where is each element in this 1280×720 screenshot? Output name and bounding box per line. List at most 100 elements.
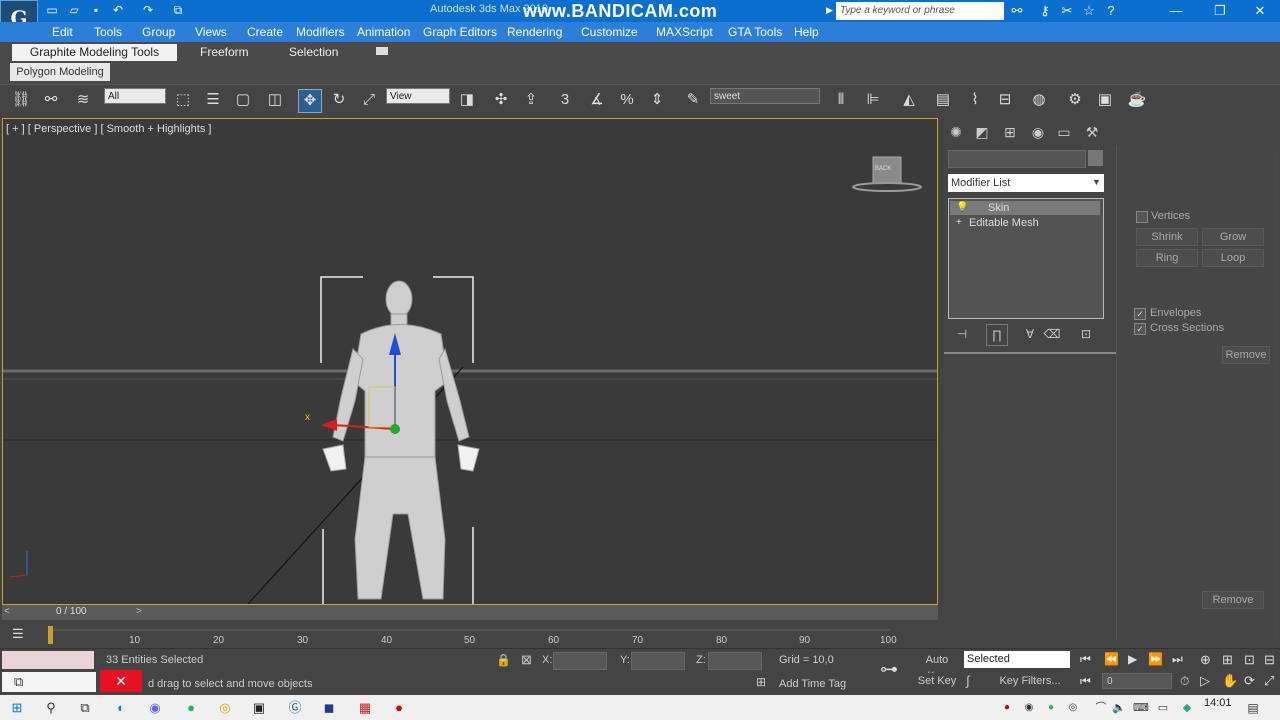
- keyboard-shortcut-override-icon[interactable]: ⇪: [520, 89, 542, 111]
- stack-item-skin[interactable]: Skin: [950, 201, 1100, 215]
- motion-tab-icon[interactable]: ◉: [1028, 122, 1048, 142]
- maxscript-listener-mini[interactable]: [2, 651, 94, 669]
- chrome-icon[interactable]: ◎: [216, 699, 234, 717]
- language-icon[interactable]: ⌨: [1132, 699, 1150, 717]
- maximize-viewport-icon[interactable]: ⤢: [1264, 673, 1274, 689]
- schematic-view-icon[interactable]: ⊟: [994, 89, 1016, 111]
- security-icon[interactable]: ◆: [1178, 699, 1196, 717]
- shrink-button[interactable]: Shrink: [1136, 228, 1198, 246]
- next-frame-icon[interactable]: ⏩: [1148, 652, 1163, 666]
- menu-customize[interactable]: Customize: [581, 22, 638, 42]
- app-thumbnail-icon[interactable]: ⧉: [14, 674, 23, 690]
- current-frame-field[interactable]: 0: [1102, 673, 1172, 689]
- mirror-icon[interactable]: ⫴: [830, 89, 852, 111]
- subscription-icon[interactable]: ⚷: [1036, 2, 1054, 20]
- x-coord-field[interactable]: [553, 652, 607, 670]
- set-key-button[interactable]: Set Key: [916, 673, 958, 689]
- menu-rendering[interactable]: Rendering: [507, 22, 562, 42]
- txd-workshop-icon[interactable]: ▣: [250, 699, 268, 717]
- tab-freeform[interactable]: Freeform: [200, 44, 249, 61]
- selection-filter-dropdown[interactable]: All: [104, 88, 166, 104]
- binoculars-icon[interactable]: ⚯: [1008, 2, 1026, 20]
- tab-graphite-modeling-tools[interactable]: Graphite Modeling Tools: [12, 44, 177, 61]
- rectangular-selection-icon[interactable]: ▢: [232, 89, 254, 111]
- zoom-all-icon[interactable]: ⊞: [1222, 652, 1233, 668]
- project-folder-icon[interactable]: ⧉: [170, 3, 186, 18]
- current-frame-marker[interactable]: [48, 626, 53, 644]
- field-of-view-icon[interactable]: ▷: [1200, 673, 1210, 689]
- dropdown-arrow-icon[interactable]: ▼: [1092, 177, 1101, 187]
- auto-key-button[interactable]: Auto Key: [916, 652, 958, 682]
- favorites-star-icon[interactable]: ☆: [1080, 2, 1098, 20]
- angle-snap-icon[interactable]: ∡: [586, 89, 608, 111]
- edge-browser-icon[interactable]: ◐: [112, 699, 130, 717]
- select-and-scale-icon[interactable]: ⤢: [358, 89, 380, 111]
- tray-app-icon[interactable]: ◉: [1020, 699, 1038, 717]
- select-manipulate-icon[interactable]: ✣: [490, 89, 512, 111]
- remove-cross-section-button[interactable]: Remove: [1202, 591, 1264, 609]
- 3dsmax-taskbar-icon[interactable]: Ⓖ: [286, 699, 304, 717]
- save-file-icon[interactable]: ▪: [88, 3, 104, 18]
- key-mode-toggle-icon[interactable]: ⏮: [1080, 674, 1091, 689]
- remove-modifier-icon[interactable]: ⌫: [1042, 324, 1062, 344]
- mini-curve-editor-icon[interactable]: ☰: [12, 626, 24, 642]
- display-tab-icon[interactable]: ▭: [1054, 122, 1074, 142]
- menu-graph-editors[interactable]: Graph Editors: [423, 22, 497, 42]
- lightbulb-icon[interactable]: 💡: [956, 202, 968, 213]
- bandicam-icon[interactable]: ●: [390, 699, 408, 717]
- zoom-extents-icon[interactable]: ⊡: [1244, 652, 1255, 668]
- winrar-icon[interactable]: ▦: [356, 699, 374, 717]
- menu-views[interactable]: Views: [195, 22, 227, 42]
- perspective-viewport[interactable]: [2, 118, 938, 605]
- menu-gta-tools[interactable]: GTA Tools: [728, 22, 782, 42]
- subtab-polygon-modeling[interactable]: Polygon Modeling: [10, 63, 110, 81]
- envelopes-checkbox[interactable]: ✓: [1134, 308, 1146, 320]
- time-slider[interactable]: [2, 605, 938, 620]
- z-coord-field[interactable]: [708, 652, 762, 670]
- object-color-swatch[interactable]: [1088, 150, 1103, 166]
- search-arrow-icon[interactable]: ▶: [826, 5, 833, 16]
- loop-button[interactable]: Loop: [1202, 249, 1264, 267]
- modifier-list-dropdown[interactable]: Modifier List: [948, 174, 1104, 192]
- menu-help[interactable]: Help: [794, 22, 819, 42]
- menu-tools[interactable]: Tools: [94, 22, 122, 42]
- taskbar-clock[interactable]: 14:01: [1204, 697, 1232, 709]
- pin-stack-icon[interactable]: ⊣: [952, 324, 972, 344]
- zoom-extents-all-icon[interactable]: ⊟: [1264, 652, 1275, 668]
- key-mode-dropdown[interactable]: Selected: [964, 651, 1070, 668]
- go-to-end-icon[interactable]: ⏭: [1172, 652, 1183, 667]
- bind-to-space-warp-icon[interactable]: ≋: [72, 89, 94, 111]
- task-view-icon[interactable]: ⧉: [76, 699, 94, 717]
- align-icon[interactable]: ⊫: [862, 89, 884, 111]
- select-by-name-icon[interactable]: ☰: [202, 89, 224, 111]
- new-file-icon[interactable]: ▭: [44, 3, 60, 18]
- ring-button[interactable]: Ring: [1136, 249, 1198, 267]
- zoom-icon[interactable]: ⊕: [1200, 652, 1211, 668]
- utilities-tab-icon[interactable]: ⚒: [1082, 122, 1102, 142]
- add-time-tag[interactable]: Add Time Tag: [779, 678, 846, 690]
- stack-item-editable-mesh[interactable]: Editable Mesh: [950, 216, 1100, 230]
- select-and-move-icon[interactable]: ✥: [298, 89, 322, 113]
- show-end-result-icon[interactable]: ∏: [986, 324, 1008, 346]
- discord-icon[interactable]: ◉: [146, 699, 164, 717]
- help-icon[interactable]: ?: [1102, 2, 1120, 20]
- photoshop-icon[interactable]: ◼: [320, 699, 338, 717]
- curve-editor-icon[interactable]: ⌇: [964, 89, 986, 111]
- tab-selection[interactable]: Selection: [289, 44, 338, 61]
- window-crossing-icon[interactable]: ◫: [264, 89, 286, 111]
- viewport-label[interactable]: [ + ] [ Perspective ] [ Smooth + Highlig…: [6, 123, 211, 135]
- orbit-icon[interactable]: ⟳: [1244, 673, 1255, 689]
- configure-sets-icon[interactable]: ⊡: [1076, 324, 1096, 344]
- selection-lock-icon[interactable]: 🔒: [496, 653, 511, 667]
- spotify-icon[interactable]: ●: [182, 699, 200, 717]
- minimize-icon[interactable]: —: [1154, 0, 1198, 22]
- menu-modifiers[interactable]: Modifiers: [296, 22, 345, 42]
- start-icon[interactable]: ⊞: [8, 699, 26, 717]
- key-filters-button[interactable]: Key Filters...: [990, 673, 1070, 689]
- time-prev-icon[interactable]: <: [4, 606, 10, 617]
- cross-sections-checkbox[interactable]: ✓: [1134, 323, 1146, 335]
- render-production-icon[interactable]: ☕: [1126, 89, 1148, 111]
- search-icon[interactable]: ⚲: [42, 699, 60, 717]
- rendered-frame-icon[interactable]: ▣: [1094, 89, 1116, 111]
- record-indicator-icon[interactable]: ●: [998, 699, 1016, 717]
